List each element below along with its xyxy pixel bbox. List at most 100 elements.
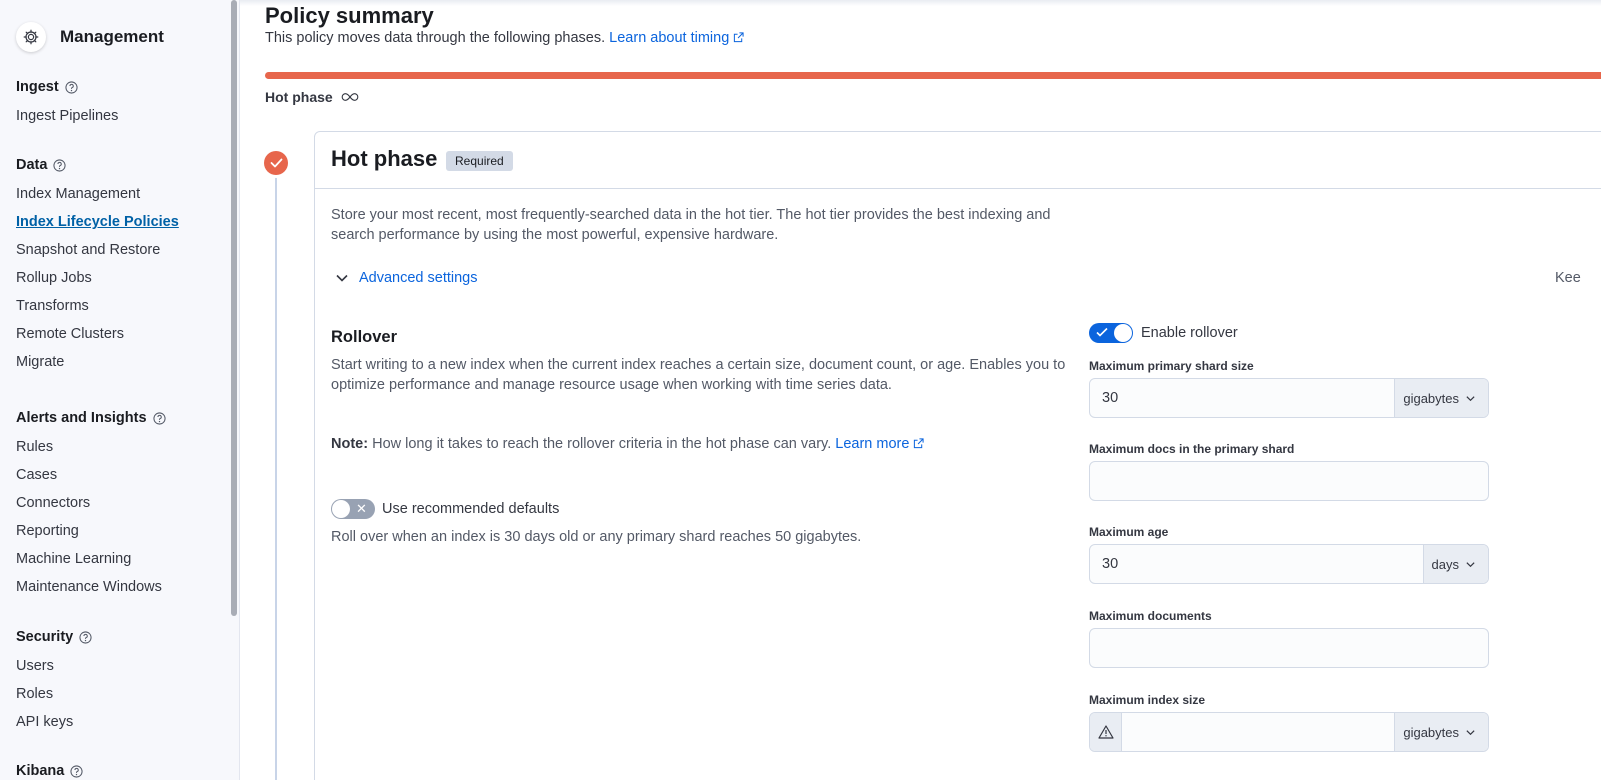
max-primary-shard-size-field: 30 gigabytes <box>1089 378 1489 418</box>
hot-phase-title: Hot phase <box>331 146 438 171</box>
note-text: How long it takes to reach the rollover … <box>372 436 832 452</box>
sidebar-item-api-keys[interactable]: API keys <box>16 714 73 730</box>
enable-rollover-switch[interactable] <box>1089 323 1133 343</box>
sidebar-item-roles[interactable]: Roles <box>16 686 53 702</box>
rollover-description: Start writing to a new index when the cu… <box>331 357 1066 393</box>
max-docs-primary-shard-field <box>1089 461 1489 501</box>
chevron-down-icon <box>1466 561 1475 567</box>
chevron-down-icon <box>1466 395 1475 401</box>
sidebar-group-data: Data <box>16 157 67 173</box>
switch-knob <box>332 500 350 518</box>
recommended-defaults-switch[interactable]: ✕ <box>331 499 375 519</box>
check-icon <box>264 151 288 175</box>
hot-phase-header: Hot phase Required <box>315 132 1601 189</box>
hot-phase-bar <box>265 72 1601 79</box>
rollover-title: Rollover <box>331 328 398 346</box>
unit-label: days <box>1431 556 1459 572</box>
switch-knob <box>1114 324 1132 342</box>
cross-icon: ✕ <box>356 501 367 516</box>
learn-more-label: Learn more <box>835 436 910 452</box>
hot-phase-description: Store your most recent, most frequently-… <box>331 207 1051 243</box>
infinity-icon <box>341 93 358 101</box>
sidebar-group-alerts-and-insights: Alerts and Insights <box>16 410 166 426</box>
external-link-icon <box>914 438 925 449</box>
sidebar-item-rollup-jobs[interactable]: Rollup Jobs <box>16 270 92 286</box>
max-documents-input[interactable] <box>1090 629 1488 667</box>
sidebar-group-label: Security <box>16 629 74 645</box>
page-title: Policy summary <box>265 3 434 28</box>
sidebar-header: Management <box>16 22 164 52</box>
sidebar-item-reporting[interactable]: Reporting <box>16 523 79 539</box>
timeline-line <box>275 176 277 780</box>
advanced-settings-toggle[interactable]: Advanced settings <box>335 270 478 286</box>
help-icon[interactable] <box>53 158 67 172</box>
max-primary-shard-size-label: Maximum primary shard size <box>1089 359 1254 373</box>
external-link-icon <box>734 32 744 43</box>
help-icon[interactable] <box>152 411 166 425</box>
sidebar-item-index-management[interactable]: Index Management <box>16 186 140 202</box>
sidebar-item-snapshot-and-restore[interactable]: Snapshot and Restore <box>16 242 160 258</box>
main-content: Policy summary This policy moves data th… <box>240 0 1601 780</box>
unit-label: gigabytes <box>1403 724 1459 740</box>
note-label: Note: <box>331 436 369 452</box>
sidebar-item-ingest-pipelines[interactable]: Ingest Pipelines <box>16 108 118 124</box>
chevron-down-icon <box>1466 729 1475 735</box>
recommended-defaults-description: Roll over when an index is 30 days old o… <box>331 529 862 545</box>
max-docs-primary-shard-input[interactable] <box>1090 462 1488 500</box>
learn-more-link[interactable]: Learn more <box>835 436 925 452</box>
gear-icon <box>16 22 46 52</box>
sidebar-item-remote-clusters[interactable]: Remote Clusters <box>16 326 124 342</box>
policy-description-text: This policy moves data through the follo… <box>265 30 606 46</box>
help-icon[interactable] <box>70 764 83 778</box>
chevron-down-icon <box>336 274 348 282</box>
sidebar-item-rules[interactable]: Rules <box>16 439 53 455</box>
sidebar-item-users[interactable]: Users <box>16 658 54 674</box>
advanced-settings-label: Advanced settings <box>359 270 478 286</box>
max-primary-shard-size-input[interactable]: 30 <box>1090 379 1394 417</box>
sidebar-scrollbar[interactable] <box>231 0 237 616</box>
sidebar-item-index-lifecycle-policies[interactable]: Index Lifecycle Policies <box>16 214 179 230</box>
sidebar-group-security: Security <box>16 629 92 645</box>
help-icon[interactable] <box>79 630 92 644</box>
learn-about-timing-link[interactable]: Learn about timing <box>609 30 744 46</box>
hot-phase-panel: Hot phase Required Store your most recen… <box>314 131 1601 780</box>
max-index-size-label: Maximum index size <box>1089 693 1206 707</box>
max-index-size-unit-select[interactable]: gigabytes <box>1394 713 1488 751</box>
sidebar-group-label: Data <box>16 157 48 173</box>
max-primary-shard-size-unit-select[interactable]: gigabytes <box>1394 379 1488 417</box>
sidebar-item-migrate[interactable]: Migrate <box>16 354 64 370</box>
sidebar-item-transforms[interactable]: Transforms <box>16 298 89 314</box>
phase-bar-label: Hot phase <box>265 89 333 105</box>
recommended-defaults-label: Use recommended defaults <box>382 501 560 517</box>
management-sidebar: Management Ingest Ingest Pipelines Data … <box>0 0 240 780</box>
learn-about-timing-label: Learn about timing <box>609 30 730 46</box>
sidebar-item-machine-learning[interactable]: Machine Learning <box>16 551 131 567</box>
sidebar-group-kibana: Kibana <box>16 763 83 779</box>
sidebar-item-cases[interactable]: Cases <box>16 467 57 483</box>
max-documents-field <box>1089 628 1489 668</box>
sidebar-item-connectors[interactable]: Connectors <box>16 495 90 511</box>
sidebar-group-label: Kibana <box>16 763 65 779</box>
max-docs-primary-shard-label: Maximum docs in the primary shard <box>1089 442 1295 456</box>
required-badge: Required <box>446 151 513 171</box>
max-age-input[interactable]: 30 <box>1090 545 1423 583</box>
top-shadow <box>240 0 1601 6</box>
sidebar-group-ingest: Ingest <box>16 79 78 95</box>
enable-rollover-label: Enable rollover <box>1141 325 1238 341</box>
sidebar-group-label: Alerts and Insights <box>16 410 147 426</box>
unit-label: gigabytes <box>1403 390 1459 406</box>
sidebar-title: Management <box>60 27 164 46</box>
help-icon[interactable] <box>65 80 78 94</box>
policy-description: This policy moves data through the follo… <box>265 30 744 46</box>
max-age-field: 30 days <box>1089 544 1489 584</box>
phase-bar-legend: Hot phase <box>265 89 359 105</box>
max-documents-label: Maximum documents <box>1089 609 1212 623</box>
sidebar-item-maintenance-windows[interactable]: Maintenance Windows <box>16 579 162 595</box>
warning-icon <box>1090 713 1122 751</box>
sidebar-group-label: Ingest <box>16 79 59 95</box>
truncated-text: Kee <box>1555 270 1581 286</box>
max-index-size-input[interactable] <box>1122 713 1394 751</box>
max-age-unit-select[interactable]: days <box>1422 545 1488 583</box>
max-index-size-field: gigabytes <box>1089 712 1489 752</box>
check-icon <box>1096 327 1108 337</box>
